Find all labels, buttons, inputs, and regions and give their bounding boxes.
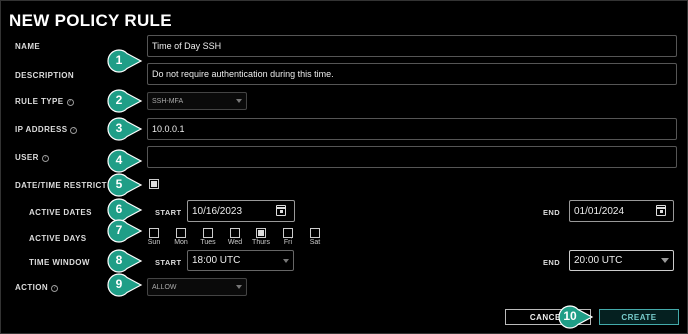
checkbox-icon[interactable] — [283, 228, 293, 238]
caret-down-icon — [283, 258, 289, 263]
active-dates-label: ACTIVE DATES — [29, 208, 92, 217]
rule-type-text: RULE TYPE — [15, 97, 64, 106]
day-label: Wed — [227, 239, 243, 246]
callout-number: 4 — [115, 153, 123, 167]
day-label: Sun — [147, 239, 161, 246]
checkbox-icon[interactable] — [203, 228, 213, 238]
callout-badge-10: 10 — [558, 305, 594, 329]
checkbox-icon[interactable] — [176, 228, 186, 238]
end-time-select[interactable]: 20:00 UTC — [569, 250, 674, 271]
user-label: USER? — [15, 153, 49, 162]
callout-badge-9: 9 — [107, 273, 143, 297]
create-button[interactable]: CREATE — [599, 309, 679, 325]
action-text: ACTION — [15, 283, 49, 292]
action-label: ACTION? — [15, 283, 59, 292]
start-time-label: START — [155, 258, 182, 267]
callout-number: 2 — [115, 93, 123, 107]
callout-badge-7: 7 — [107, 219, 143, 243]
time-window-label: TIME WINDOW — [29, 258, 90, 267]
start-time-select[interactable]: 18:00 UTC — [187, 250, 294, 271]
new-policy-rule-dialog: NEW POLICY RULE NAME DESCRIPTION RULE TY… — [0, 0, 688, 334]
day-option-wed[interactable]: Wed — [223, 228, 247, 246]
action-select[interactable]: ALLOW — [147, 278, 247, 296]
end-date-value: 01/01/2024 — [574, 205, 625, 217]
action-value: ALLOW — [152, 283, 177, 291]
checkbox-icon[interactable] — [230, 228, 240, 238]
end-time-value: 20:00 UTC — [574, 255, 623, 266]
day-label: Fri — [283, 239, 293, 246]
day-label: Sat — [309, 239, 321, 246]
callout-number: 10 — [563, 309, 577, 323]
ip-address-input[interactable]: 10.0.0.1 — [147, 118, 677, 140]
callout-number: 3 — [115, 121, 123, 135]
help-icon[interactable]: ? — [51, 285, 59, 292]
datetime-restrict-checkbox[interactable] — [149, 179, 159, 189]
callout-badge-3: 3 — [107, 117, 143, 141]
callout-badge-2: 2 — [107, 89, 143, 113]
day-option-tues[interactable]: Tues — [196, 228, 220, 246]
day-label: Mon — [174, 239, 188, 246]
checkbox-icon[interactable] — [310, 228, 320, 238]
user-input[interactable] — [147, 146, 677, 168]
end-time-label: END — [543, 258, 561, 267]
ip-address-label: IP ADDRESS? — [15, 125, 78, 134]
day-option-thurs[interactable]: Thurs — [249, 228, 273, 246]
callout-number: 1 — [115, 53, 123, 67]
callout-badge-5: 5 — [107, 173, 143, 197]
description-input[interactable]: Do not require authentication during thi… — [147, 63, 677, 85]
help-icon[interactable]: ? — [70, 127, 78, 134]
active-days-label: ACTIVE DAYS — [29, 234, 87, 243]
dialog-title: NEW POLICY RULE — [9, 11, 172, 30]
end-date-label: END — [543, 208, 561, 217]
day-option-fri[interactable]: Fri — [276, 228, 300, 246]
callout-badge-4: 4 — [107, 149, 143, 173]
caret-down-icon — [236, 99, 242, 103]
name-label: NAME — [15, 42, 41, 51]
ip-address-text: IP ADDRESS — [15, 125, 68, 134]
datetime-restrict-label: DATE/TIME RESTRICT — [15, 181, 107, 190]
callout-number: 7 — [115, 223, 123, 237]
start-time-value: 18:00 UTC — [192, 255, 241, 266]
rule-type-label: RULE TYPE? — [15, 97, 74, 106]
name-input[interactable]: Time of Day SSH — [147, 35, 677, 57]
caret-down-icon — [236, 285, 242, 289]
user-text: USER — [15, 153, 39, 162]
callout-number: 8 — [115, 253, 123, 267]
callout-number: 5 — [115, 177, 123, 191]
start-date-label: START — [155, 208, 182, 217]
callout-badge-1: 1 — [107, 49, 143, 73]
description-label: DESCRIPTION — [15, 71, 75, 80]
day-label: Tues — [200, 239, 216, 246]
callout-badge-8: 8 — [107, 249, 143, 273]
callout-number: 9 — [115, 277, 123, 291]
rule-type-select[interactable]: SSH-MFA — [147, 92, 247, 110]
day-option-mon[interactable]: Mon — [169, 228, 193, 246]
checkbox-icon[interactable] — [149, 228, 159, 238]
checkbox-icon[interactable] — [256, 228, 266, 238]
help-icon[interactable]: ? — [66, 99, 74, 106]
help-icon[interactable]: ? — [41, 155, 49, 162]
day-option-sat[interactable]: Sat — [303, 228, 327, 246]
calendar-icon[interactable] — [656, 205, 666, 216]
caret-down-icon — [661, 258, 669, 263]
calendar-icon[interactable] — [276, 205, 286, 216]
day-label: Thurs — [252, 239, 270, 246]
start-date-value: 10/16/2023 — [192, 205, 243, 217]
rule-type-value: SSH-MFA — [152, 97, 184, 105]
